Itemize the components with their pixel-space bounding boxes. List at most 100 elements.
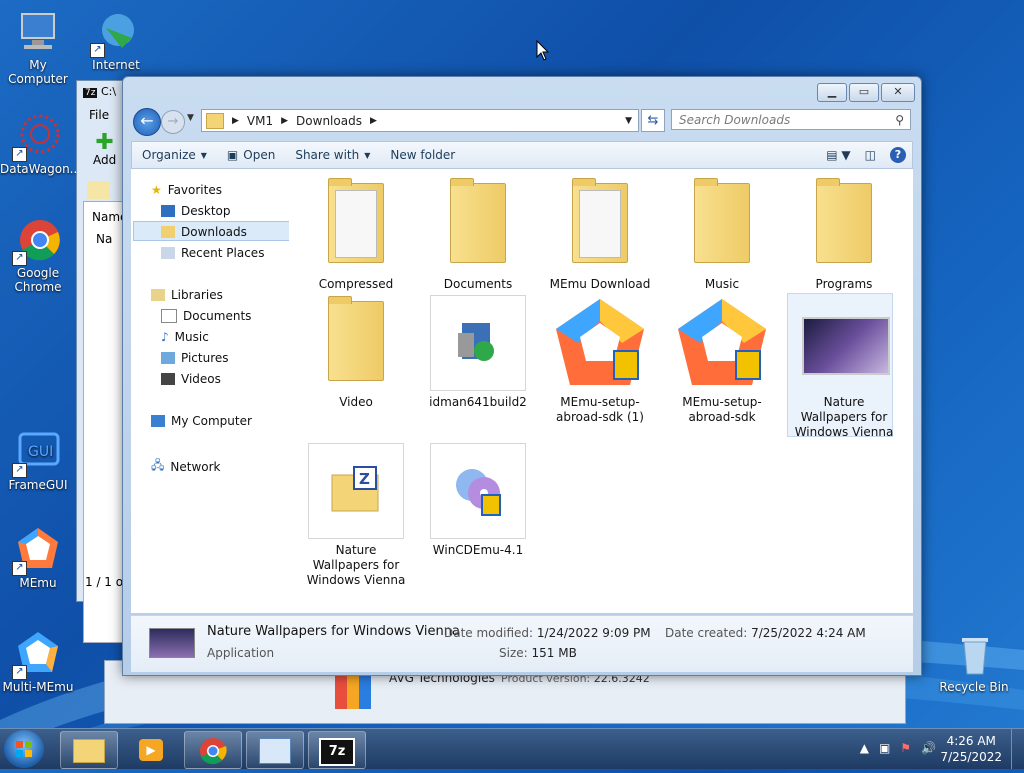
desktop-icon-recycle-bin[interactable]: Recycle Bin (936, 630, 1012, 694)
action-center-icon[interactable]: ⚑ (900, 741, 911, 755)
list-item[interactable]: Video (301, 295, 411, 410)
svg-text:Z: Z (359, 470, 370, 488)
open-button[interactable]: ▣ Open (217, 148, 285, 162)
list-item[interactable]: Programs (789, 177, 899, 292)
memu-icon: ↗ (12, 526, 62, 576)
maximize-button[interactable]: ▭ (849, 83, 879, 102)
list-item[interactable]: WinCDEmu-4.1 (423, 443, 533, 558)
shortcut-arrow-icon: ↗ (12, 561, 27, 576)
taskbar-explorer-button[interactable] (60, 731, 118, 769)
address-dropdown-icon[interactable]: ▼ (625, 116, 632, 126)
desktop-icon-label: Multi-MEmu (2, 680, 74, 694)
folder-icon (674, 177, 770, 273)
desktop-icon-internet[interactable]: ↗ Internet (78, 8, 154, 72)
folder-icon (796, 177, 892, 273)
change-view-button[interactable]: ▤ ▼ (826, 148, 850, 162)
window-controls: ▁ ▭ ✕ (817, 83, 915, 102)
add-button[interactable]: ✚ Add (93, 132, 116, 168)
taskbar-chrome-button[interactable] (184, 731, 242, 769)
forward-button[interactable]: → (161, 110, 185, 134)
desktop-icon-label: My Computer (8, 58, 68, 86)
desktop-icon-google-chrome[interactable]: ↗ Google Chrome (0, 216, 76, 294)
desktop-icon-datawagon[interactable]: ↗ DataWagon... (0, 112, 81, 176)
list-item-selected[interactable]: Nature Wallpapers for Windows Vienna (787, 293, 899, 440)
back-button[interactable]: ← (133, 108, 161, 136)
command-bar: Organize ▼ ▣ Open Share with ▼ New folder ▤… (131, 141, 913, 169)
volume-icon[interactable]: 🔊 (921, 741, 936, 755)
nav-libraries[interactable]: Libraries (151, 288, 223, 302)
shortcut-arrow-icon: ↗ (12, 665, 27, 680)
shortcut-arrow-icon: ↗ (90, 43, 105, 58)
show-hidden-icons-button[interactable]: ▲ (860, 741, 869, 755)
multi-memu-icon: ↗ (12, 630, 62, 680)
taskbar-7zip-button[interactable]: 7z (308, 731, 366, 769)
file-view[interactable]: Compressed Documents MEmu Download Music… (289, 169, 913, 613)
share-with-button[interactable]: Share with ▼ (285, 148, 380, 162)
open-icon: ▣ (226, 148, 239, 162)
list-item[interactable]: Documents (423, 177, 533, 292)
taskbar-control-panel-button[interactable] (246, 731, 304, 769)
menu-file[interactable]: File (89, 108, 109, 122)
wincdemu-installer-icon (430, 443, 526, 539)
address-bar[interactable]: ▶ VM1 ▶ Downloads ▶ ▼ (201, 109, 639, 132)
details-file-name: Nature Wallpapers for Windows Vienna (207, 624, 460, 639)
recent-pages-dropdown[interactable]: ▼ (187, 113, 194, 123)
organize-button[interactable]: Organize ▼ (132, 148, 217, 162)
folder-icon (206, 112, 224, 129)
desktop-icon (161, 205, 175, 217)
memu-installer-icon (552, 295, 648, 391)
new-folder-button[interactable]: New folder (380, 148, 465, 162)
desktop-icon-my-computer[interactable]: My Computer (0, 8, 76, 86)
search-input[interactable]: Search Downloads ⚲ (671, 109, 911, 130)
list-item[interactable]: Na (96, 232, 112, 246)
music-icon: ♪ (161, 330, 169, 344)
folder-up-icon[interactable] (87, 181, 109, 199)
desktop-icon-label: Google Chrome (14, 266, 62, 294)
list-item[interactable]: Compressed (301, 177, 411, 292)
clock[interactable]: 4:26 AM 7/25/2022 (940, 733, 1002, 765)
search-icon[interactable]: ⚲ (895, 110, 904, 131)
navigation-pane[interactable]: ★ Favorites Desktop Downloads Recent Plac… (131, 169, 291, 613)
list-item[interactable]: MEmu-setup-abroad-sdk (1) (545, 295, 655, 425)
list-item[interactable]: Z Nature Wallpapers for Windows Vienna (301, 443, 411, 588)
list-item[interactable]: idman641build2 (423, 295, 533, 410)
desktop-icon-memu[interactable]: ↗ MEmu (0, 526, 76, 590)
list-item[interactable]: Music (667, 177, 777, 292)
recent-places-icon (161, 247, 175, 259)
minimize-button[interactable]: ▁ (817, 83, 847, 102)
nav-network[interactable]: 🖧 Network (151, 456, 221, 477)
network-status-icon[interactable]: ▣ (879, 741, 890, 755)
sevenzip-title: 7z C:\ (83, 85, 117, 98)
nav-my-computer[interactable]: My Computer (151, 414, 252, 428)
nav-recent-places[interactable]: Recent Places (161, 246, 264, 260)
refresh-button[interactable]: ⇆ (641, 109, 665, 132)
show-desktop-button[interactable] (1011, 729, 1024, 769)
nav-documents[interactable]: Documents (161, 309, 251, 323)
nav-videos[interactable]: Videos (161, 372, 221, 386)
breadcrumb-vm1[interactable]: VM1 (247, 114, 273, 128)
nav-pictures[interactable]: Pictures (161, 351, 229, 365)
desktop-icon-framegui[interactable]: GUI ↗ FrameGUI (0, 428, 76, 492)
start-button[interactable] (4, 730, 44, 768)
nav-downloads[interactable]: Downloads (161, 225, 247, 239)
list-item[interactable]: MEmu-setup-abroad-sdk (667, 295, 777, 425)
nav-music[interactable]: ♪ Music (161, 330, 209, 344)
list-item[interactable]: MEmu Download (545, 177, 655, 292)
folder-icon (73, 739, 105, 763)
details-pane: Nature Wallpapers for Windows Vienna App… (131, 615, 913, 672)
details-date-created: Date created: 7/25/2022 4:24 AM (665, 626, 866, 640)
nav-desktop[interactable]: Desktop (161, 204, 231, 218)
help-icon[interactable]: ? (890, 147, 906, 163)
folder-icon (552, 177, 648, 273)
chevron-right-icon: ▶ (369, 115, 377, 126)
details-thumbnail-icon (149, 628, 195, 658)
close-button[interactable]: ✕ (881, 83, 915, 102)
breadcrumb-downloads[interactable]: Downloads (296, 114, 362, 128)
preview-pane-button[interactable]: ◫ (865, 148, 876, 162)
nav-favorites[interactable]: ★ Favorites (151, 183, 222, 197)
desktop-icon-multi-memu[interactable]: ↗ Multi-MEmu (0, 630, 76, 694)
folder-icon (308, 177, 404, 273)
taskbar-media-player-button[interactable]: ▶ (122, 731, 180, 769)
explorer-window[interactable]: ▁ ▭ ✕ ← → ▼ ▶ VM1 ▶ Downloads ▶ ▼ ⇆ Sear… (122, 76, 922, 676)
details-file-type: Application (207, 646, 275, 660)
